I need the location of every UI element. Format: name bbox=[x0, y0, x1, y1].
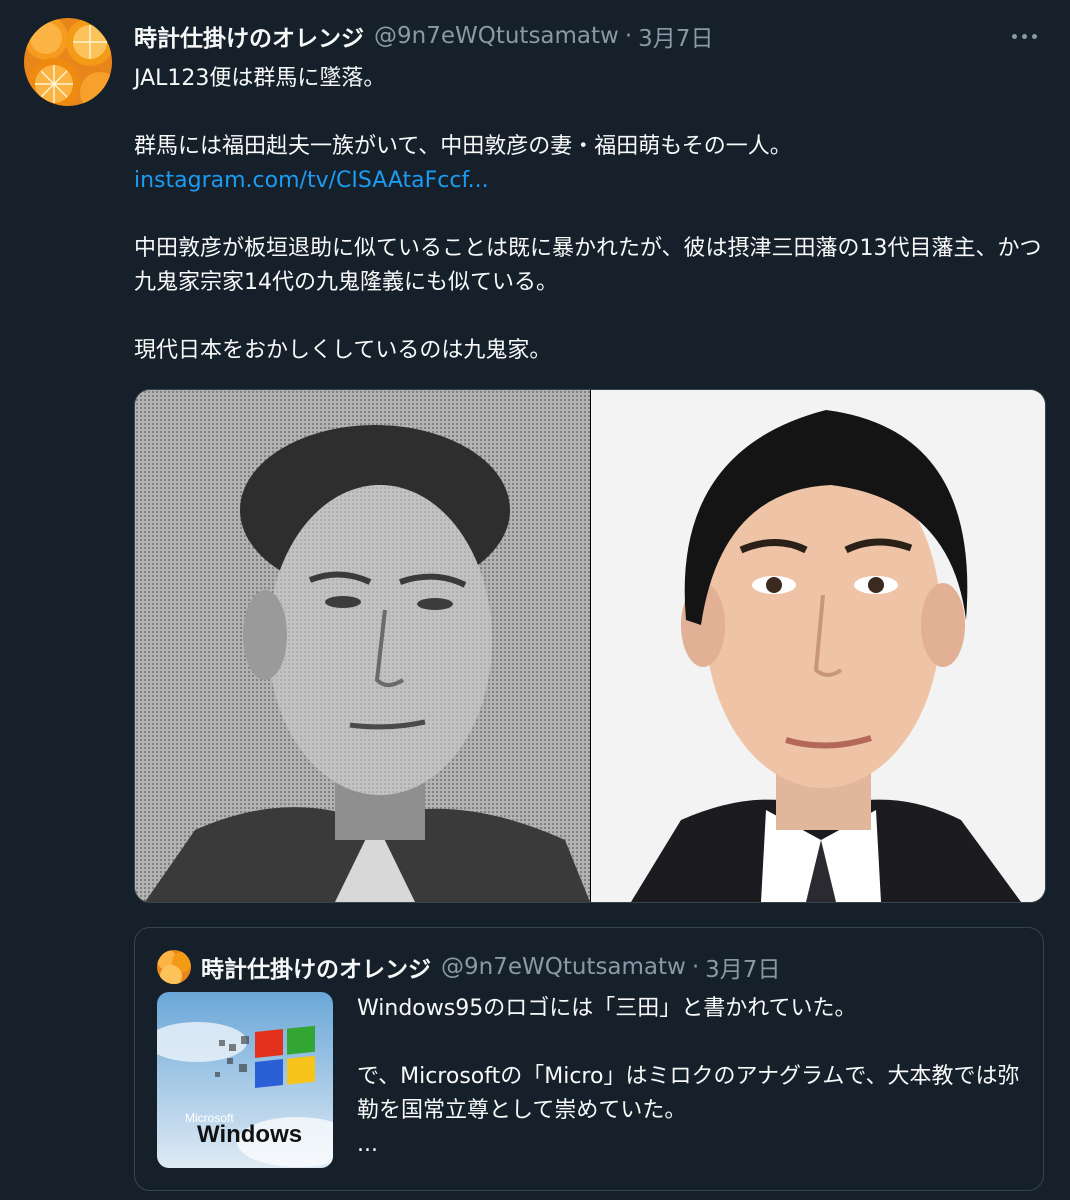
separator: · bbox=[624, 23, 633, 49]
quote-avatar[interactable] bbox=[157, 950, 191, 984]
instagram-link[interactable]: instagram.com/tv/CISAAtaFccf... bbox=[134, 168, 489, 193]
quote-user-handle[interactable]: @9n7eWQtutsamatw bbox=[441, 954, 686, 980]
quote-line: Windows95のロゴには「三田」と書かれていた。 bbox=[357, 996, 857, 1021]
avatar[interactable] bbox=[24, 18, 112, 106]
quoted-tweet[interactable]: 時計仕掛けのオレンジ @9n7eWQtutsamatw · 3月7日 Micro… bbox=[134, 927, 1044, 1191]
windows95-logo-thumbnail[interactable]: Microsoft Windows bbox=[157, 992, 333, 1168]
display-name[interactable]: 時計仕掛けのオレンジ bbox=[134, 19, 364, 53]
tweet-line: 群馬には福田赳夫一族がいて、中田敦彦の妻・福田萌もその一人。 bbox=[134, 134, 792, 159]
tweet-line: 中田敦彦が板垣退助に似ていることは既に暴かれたが、彼は摂津三田藩の13代目藩主、… bbox=[134, 236, 1042, 295]
quote-line: で、Microsoftの「Micro」はミロクのアナグラムで、大本教では弥勒を国… bbox=[357, 1064, 1020, 1123]
tweet-text: JAL123便は群馬に墜落。 群馬には福田赳夫一族がいて、中田敦彦の妻・福田萌も… bbox=[134, 62, 1044, 368]
tweet-media[interactable] bbox=[134, 389, 1046, 903]
quote-header: 時計仕掛けのオレンジ @9n7eWQtutsamatw · 3月7日 bbox=[201, 950, 780, 984]
quote-display-name[interactable]: 時計仕掛けのオレンジ bbox=[201, 950, 431, 984]
quote-ellipsis: ... bbox=[357, 1132, 378, 1157]
photo-old-man[interactable] bbox=[135, 390, 590, 902]
tweet-date[interactable]: 3月7日 bbox=[638, 19, 713, 53]
photo-man-suit[interactable] bbox=[591, 390, 1045, 902]
user-handle[interactable]: @9n7eWQtutsamatw bbox=[374, 23, 619, 49]
tweet-line: 現代日本をおかしくしているのは九鬼家。 bbox=[134, 338, 552, 363]
thumb-label-windows: Windows bbox=[197, 1121, 302, 1148]
more-horizontal-icon bbox=[1011, 33, 1017, 39]
tweet-header: 時計仕掛けのオレンジ @9n7eWQtutsamatw · 3月7日 bbox=[134, 18, 713, 54]
tweet[interactable]: 時計仕掛けのオレンジ @9n7eWQtutsamatw · 3月7日 JAL12… bbox=[0, 0, 1070, 1200]
quote-date[interactable]: 3月7日 bbox=[705, 950, 780, 984]
quote-text: Windows95のロゴには「三田」と書かれていた。 で、Microsoftの「… bbox=[357, 992, 1027, 1162]
more-dot bbox=[1031, 33, 1037, 39]
more-options-button[interactable] bbox=[1004, 22, 1044, 50]
quote-separator: · bbox=[691, 954, 700, 980]
tweet-line: JAL123便は群馬に墜落。 bbox=[134, 66, 386, 91]
more-dot bbox=[1021, 33, 1027, 39]
